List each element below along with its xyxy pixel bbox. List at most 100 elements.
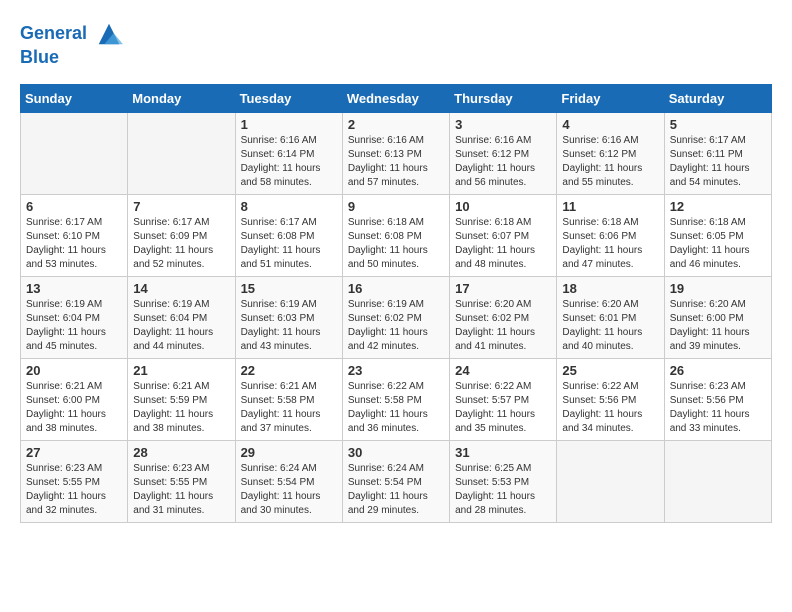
calendar-cell: 23 Sunrise: 6:22 AM Sunset: 5:58 PM Dayli… <box>342 358 449 440</box>
day-info: Sunrise: 6:18 AM Sunset: 6:07 PM Dayligh… <box>455 216 551 272</box>
day-number: 12 <box>670 199 766 214</box>
calendar-week-4: 20 Sunrise: 6:21 AM Sunset: 6:00 PM Dayli… <box>21 358 772 440</box>
calendar-cell: 6Sunrise: 6:17 AM Sunset: 6:10 PM Daylig… <box>21 194 128 276</box>
day-header-wednesday: Wednesday <box>342 84 449 112</box>
day-header-thursday: Thursday <box>450 84 557 112</box>
day-number: 1 <box>241 117 337 132</box>
day-number: 8 <box>241 199 337 214</box>
day-info: Sunrise: 6:18 AM Sunset: 6:08 PM Dayligh… <box>348 216 444 272</box>
calendar-week-3: 13 Sunrise: 6:19 AM Sunset: 6:04 PM Dayli… <box>21 276 772 358</box>
calendar-cell: 5 Sunrise: 6:17 AM Sunset: 6:11 PM Daylig… <box>664 112 771 194</box>
page-header: General Blue <box>20 20 772 68</box>
calendar-cell: 30Sunrise: 6:24 AM Sunset: 5:54 PM Dayli… <box>342 440 449 522</box>
calendar-cell: 27 Sunrise: 6:23 AM Sunset: 5:55 PM Dayli… <box>21 440 128 522</box>
day-info: Sunrise: 6:24 AM Sunset: 5:54 PM Dayligh… <box>348 462 444 518</box>
logo-text: General <box>20 20 123 48</box>
day-number: 26 <box>670 363 766 378</box>
day-info: Sunrise: 6:21 AM Sunset: 6:00 PM Dayligh… <box>26 380 122 436</box>
calendar-cell: 20 Sunrise: 6:21 AM Sunset: 6:00 PM Dayli… <box>21 358 128 440</box>
calendar-week-2: 6Sunrise: 6:17 AM Sunset: 6:10 PM Daylig… <box>21 194 772 276</box>
logo-blue: Blue <box>20 48 123 68</box>
day-info: Sunrise: 6:22 AM Sunset: 5:57 PM Dayligh… <box>455 380 551 436</box>
logo: General Blue <box>20 20 123 68</box>
day-info: Sunrise: 6:17 AM Sunset: 6:11 PM Dayligh… <box>670 134 766 190</box>
calendar-cell: 12 Sunrise: 6:18 AM Sunset: 6:05 PM Dayli… <box>664 194 771 276</box>
calendar-cell: 21 Sunrise: 6:21 AM Sunset: 5:59 PM Dayli… <box>128 358 235 440</box>
day-number: 19 <box>670 281 766 296</box>
day-header-tuesday: Tuesday <box>235 84 342 112</box>
day-header-saturday: Saturday <box>664 84 771 112</box>
day-number: 5 <box>670 117 766 132</box>
day-number: 14 <box>133 281 229 296</box>
calendar-cell: 22 Sunrise: 6:21 AM Sunset: 5:58 PM Dayli… <box>235 358 342 440</box>
day-info: Sunrise: 6:19 AM Sunset: 6:03 PM Dayligh… <box>241 298 337 354</box>
day-info: Sunrise: 6:18 AM Sunset: 6:05 PM Dayligh… <box>670 216 766 272</box>
day-number: 3 <box>455 117 551 132</box>
calendar-cell: 3 Sunrise: 6:16 AM Sunset: 6:12 PM Daylig… <box>450 112 557 194</box>
day-number: 15 <box>241 281 337 296</box>
day-info: Sunrise: 6:22 AM Sunset: 5:56 PM Dayligh… <box>562 380 658 436</box>
day-number: 23 <box>348 363 444 378</box>
calendar-cell: 24 Sunrise: 6:22 AM Sunset: 5:57 PM Dayli… <box>450 358 557 440</box>
calendar-cell <box>21 112 128 194</box>
calendar-header-row: SundayMondayTuesdayWednesdayThursdayFrid… <box>21 84 772 112</box>
day-number: 27 <box>26 445 122 460</box>
calendar-cell <box>664 440 771 522</box>
day-number: 13 <box>26 281 122 296</box>
day-info: Sunrise: 6:17 AM Sunset: 6:08 PM Dayligh… <box>241 216 337 272</box>
day-number: 22 <box>241 363 337 378</box>
day-info: Sunrise: 6:17 AM Sunset: 6:10 PM Dayligh… <box>26 216 122 272</box>
day-header-friday: Friday <box>557 84 664 112</box>
calendar-cell: 31 Sunrise: 6:25 AM Sunset: 5:53 PM Dayli… <box>450 440 557 522</box>
day-number: 18 <box>562 281 658 296</box>
calendar-cell: 29 Sunrise: 6:24 AM Sunset: 5:54 PM Dayli… <box>235 440 342 522</box>
day-number: 24 <box>455 363 551 378</box>
day-info: Sunrise: 6:16 AM Sunset: 6:12 PM Dayligh… <box>455 134 551 190</box>
day-number: 29 <box>241 445 337 460</box>
calendar-cell: 13Sunrise: 6:19 AM Sunset: 6:04 PM Dayli… <box>21 276 128 358</box>
calendar-cell: 4Sunrise: 6:16 AM Sunset: 6:12 PM Daylig… <box>557 112 664 194</box>
calendar-cell: 14 Sunrise: 6:19 AM Sunset: 6:04 PM Dayli… <box>128 276 235 358</box>
day-info: Sunrise: 6:22 AM Sunset: 5:58 PM Dayligh… <box>348 380 444 436</box>
day-info: Sunrise: 6:21 AM Sunset: 5:58 PM Dayligh… <box>241 380 337 436</box>
calendar-cell: 15 Sunrise: 6:19 AM Sunset: 6:03 PM Dayli… <box>235 276 342 358</box>
day-header-monday: Monday <box>128 84 235 112</box>
day-info: Sunrise: 6:18 AM Sunset: 6:06 PM Dayligh… <box>562 216 658 272</box>
day-info: Sunrise: 6:25 AM Sunset: 5:53 PM Dayligh… <box>455 462 551 518</box>
calendar-week-1: 1Sunrise: 6:16 AM Sunset: 6:14 PM Daylig… <box>21 112 772 194</box>
day-info: Sunrise: 6:19 AM Sunset: 6:04 PM Dayligh… <box>133 298 229 354</box>
day-number: 2 <box>348 117 444 132</box>
day-number: 21 <box>133 363 229 378</box>
day-info: Sunrise: 6:16 AM Sunset: 6:13 PM Dayligh… <box>348 134 444 190</box>
calendar-cell: 1Sunrise: 6:16 AM Sunset: 6:14 PM Daylig… <box>235 112 342 194</box>
day-info: Sunrise: 6:23 AM Sunset: 5:56 PM Dayligh… <box>670 380 766 436</box>
day-number: 10 <box>455 199 551 214</box>
calendar-cell: 11Sunrise: 6:18 AM Sunset: 6:06 PM Dayli… <box>557 194 664 276</box>
calendar-cell: 18 Sunrise: 6:20 AM Sunset: 6:01 PM Dayli… <box>557 276 664 358</box>
day-number: 9 <box>348 199 444 214</box>
day-number: 20 <box>26 363 122 378</box>
day-info: Sunrise: 6:20 AM Sunset: 6:01 PM Dayligh… <box>562 298 658 354</box>
calendar-cell: 2 Sunrise: 6:16 AM Sunset: 6:13 PM Daylig… <box>342 112 449 194</box>
day-number: 28 <box>133 445 229 460</box>
calendar-cell: 25 Sunrise: 6:22 AM Sunset: 5:56 PM Dayli… <box>557 358 664 440</box>
calendar-cell: 9 Sunrise: 6:18 AM Sunset: 6:08 PM Daylig… <box>342 194 449 276</box>
calendar-cell: 26 Sunrise: 6:23 AM Sunset: 5:56 PM Dayli… <box>664 358 771 440</box>
day-number: 25 <box>562 363 658 378</box>
day-number: 7 <box>133 199 229 214</box>
day-info: Sunrise: 6:19 AM Sunset: 6:02 PM Dayligh… <box>348 298 444 354</box>
calendar-cell <box>557 440 664 522</box>
day-info: Sunrise: 6:21 AM Sunset: 5:59 PM Dayligh… <box>133 380 229 436</box>
day-info: Sunrise: 6:17 AM Sunset: 6:09 PM Dayligh… <box>133 216 229 272</box>
day-number: 17 <box>455 281 551 296</box>
day-number: 31 <box>455 445 551 460</box>
day-info: Sunrise: 6:23 AM Sunset: 5:55 PM Dayligh… <box>26 462 122 518</box>
day-info: Sunrise: 6:24 AM Sunset: 5:54 PM Dayligh… <box>241 462 337 518</box>
day-number: 16 <box>348 281 444 296</box>
day-info: Sunrise: 6:20 AM Sunset: 6:02 PM Dayligh… <box>455 298 551 354</box>
calendar-cell: 7 Sunrise: 6:17 AM Sunset: 6:09 PM Daylig… <box>128 194 235 276</box>
day-header-sunday: Sunday <box>21 84 128 112</box>
calendar-cell: 16 Sunrise: 6:19 AM Sunset: 6:02 PM Dayli… <box>342 276 449 358</box>
day-info: Sunrise: 6:20 AM Sunset: 6:00 PM Dayligh… <box>670 298 766 354</box>
calendar-cell: 8 Sunrise: 6:17 AM Sunset: 6:08 PM Daylig… <box>235 194 342 276</box>
